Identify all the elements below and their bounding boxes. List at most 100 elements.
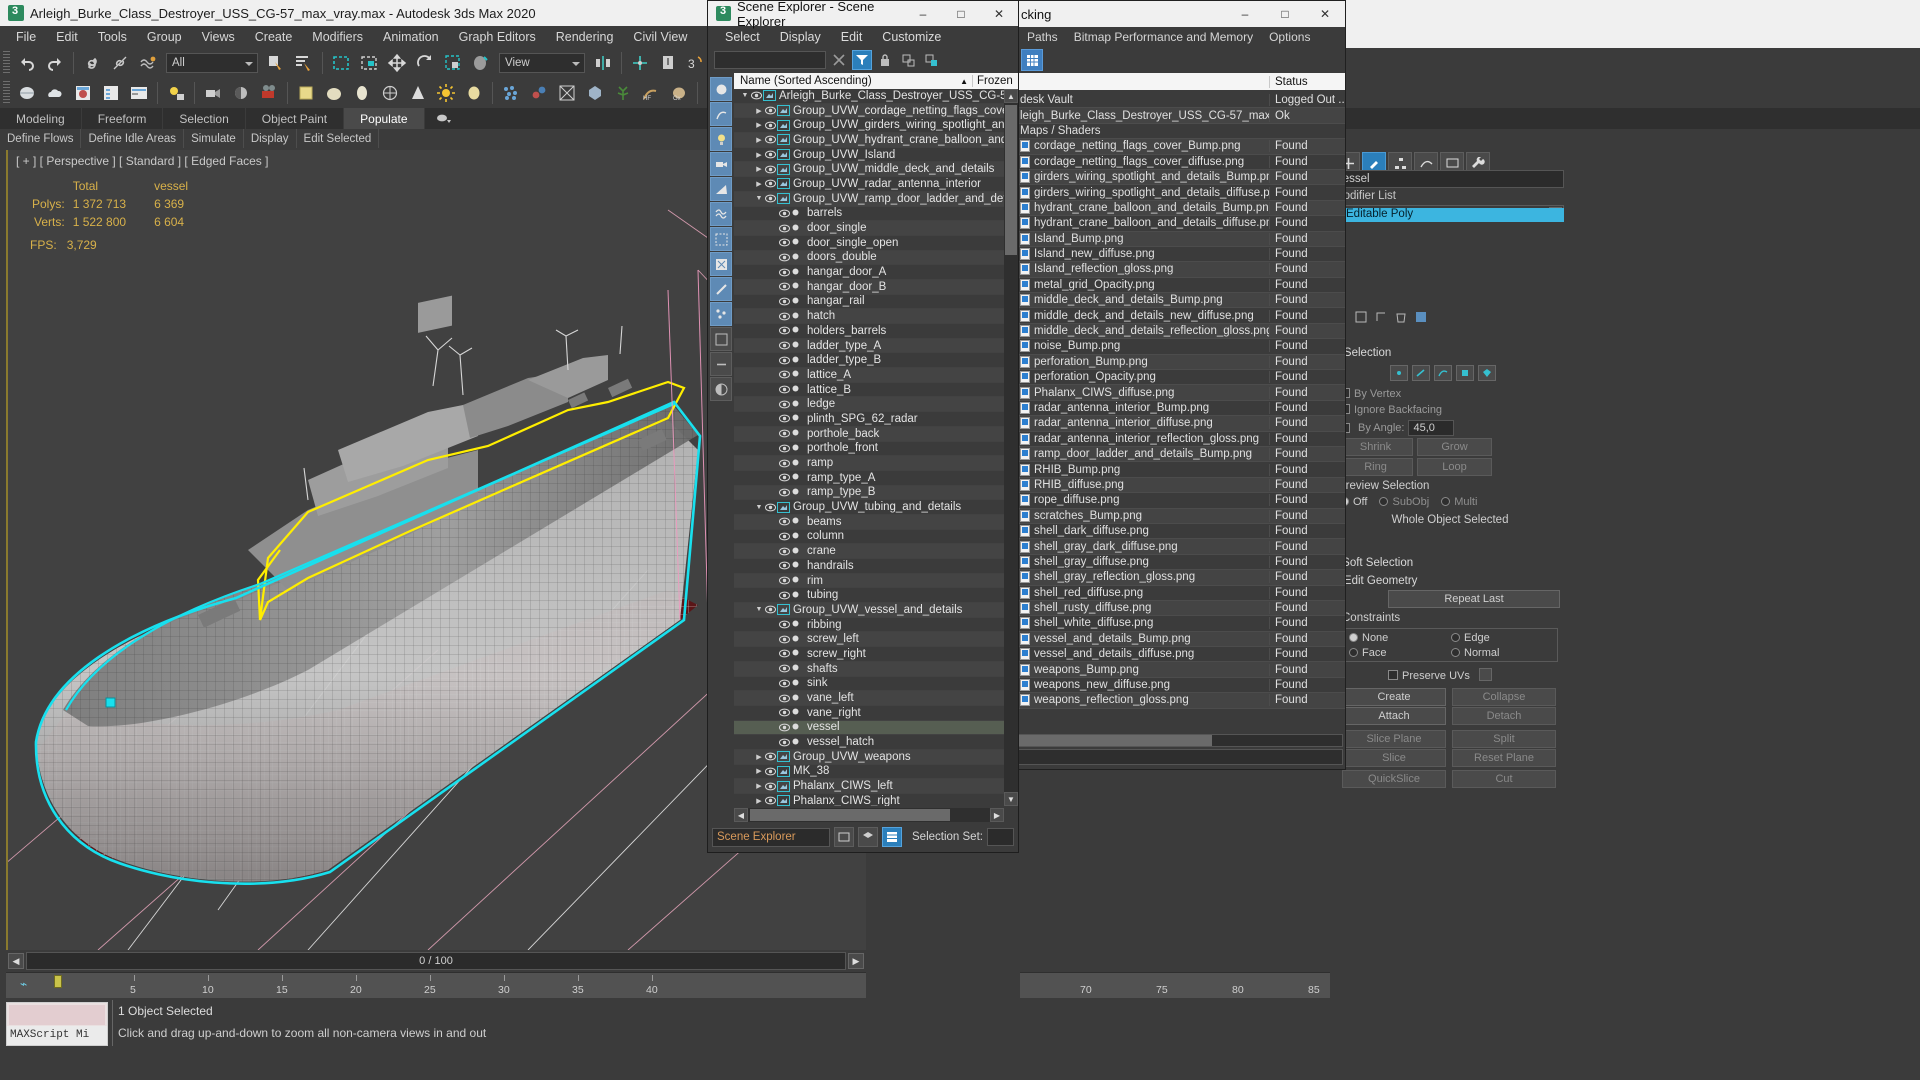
configure-modifier-sets-icon[interactable] <box>1414 310 1428 324</box>
visibility-eye-icon[interactable] <box>778 591 791 600</box>
asset-row[interactable]: RHIB_diffuse.png Found <box>1015 477 1345 494</box>
redo-icon[interactable] <box>42 50 68 76</box>
use-pivot-point-center-icon[interactable] <box>590 50 616 76</box>
trackbar-open-mini-curve-editor-icon[interactable]: ⌁ <box>20 977 27 991</box>
visibility-eye-icon[interactable] <box>778 414 791 423</box>
visibility-eye-icon[interactable] <box>778 444 791 453</box>
scene-explorer-node[interactable]: crane <box>734 544 1004 559</box>
reference-coordinate-system-combo[interactable]: View <box>499 53 585 73</box>
ribbon-simulate[interactable]: Simulate <box>184 129 244 148</box>
angle-snap-icon[interactable]: 3 <box>683 50 709 76</box>
window-crossing-icon[interactable] <box>356 50 382 76</box>
rectangular-selection-region-icon[interactable] <box>328 50 354 76</box>
slice-plane-button[interactable]: Slice Plane <box>1342 730 1446 748</box>
chevron-right-icon[interactable]: ▶ <box>754 165 764 173</box>
h-scroll-thumb[interactable] <box>750 809 950 821</box>
edit-geometry-rollout-header[interactable]: ▼ Edit Geometry <box>1332 573 1564 589</box>
chevron-down-icon[interactable]: ▼ <box>754 606 764 613</box>
make-unique-icon[interactable] <box>1374 310 1388 324</box>
asset-menu-paths[interactable]: Paths <box>1019 29 1066 45</box>
chevron-right-icon[interactable]: ▶ <box>754 767 764 775</box>
scene-explorer-node[interactable]: ▶ Group_UVW_middle_deck_and_details <box>734 162 1004 178</box>
visibility-eye-icon[interactable] <box>778 209 791 218</box>
scroll-thumb[interactable] <box>1005 105 1017 255</box>
menu-tools[interactable]: Tools <box>88 28 137 46</box>
sort-ascending-icon[interactable]: ▲ <box>960 77 968 86</box>
scene-explorer-node[interactable]: ladder_type_A <box>734 338 1004 354</box>
chevron-right-icon[interactable]: ▶ <box>754 136 764 144</box>
chevron-down-icon[interactable]: ▼ <box>754 195 764 202</box>
scene-explorer-node[interactable]: ▶ MK_38 <box>734 765 1004 780</box>
asset-row[interactable]: scratches_Bump.png Found <box>1015 508 1345 524</box>
filter-lights-icon[interactable] <box>710 127 732 151</box>
scene-explorer-node[interactable]: vane_right <box>734 706 1004 721</box>
element-subobject-icon[interactable] <box>1478 365 1496 381</box>
scene-explorer-menu-display[interactable]: Display <box>771 29 830 45</box>
unlink-selection-icon[interactable] <box>107 50 133 76</box>
scene-explorer-node[interactable]: hatch <box>734 309 1004 324</box>
show-end-result-icon[interactable] <box>1354 310 1368 324</box>
filter-all-icon[interactable] <box>710 327 732 351</box>
material-explorer-icon[interactable] <box>70 80 96 106</box>
asset-row[interactable]: shell_gray_diffuse.png Found <box>1015 555 1345 571</box>
ribbon-define-flows[interactable]: Define Flows <box>0 129 82 148</box>
scene-explorer-node[interactable]: hangar_door_A <box>734 265 1004 280</box>
visibility-eye-icon[interactable] <box>750 91 763 100</box>
scene-explorer-node[interactable]: ▶ Group_UVW_Island <box>734 148 1004 163</box>
asset-maximize-button[interactable]: □ <box>1265 1 1305 27</box>
visibility-eye-icon[interactable] <box>778 459 791 468</box>
menu-graph-editors[interactable]: Graph Editors <box>449 28 546 46</box>
visibility-eye-icon[interactable] <box>778 282 791 291</box>
asset-row[interactable]: cordage_netting_flags_cover_diffuse.png F… <box>1015 155 1345 170</box>
asset-row[interactable]: Island_new_diffuse.png Found <box>1015 247 1345 263</box>
snaps-toggle-icon[interactable] <box>655 50 681 76</box>
scene-explorer-tab[interactable]: Scene Explorer <box>712 827 830 847</box>
visibility-eye-icon[interactable] <box>778 473 791 482</box>
scene-explorer-node[interactable]: tubing <box>734 588 1004 604</box>
filter-xrefs-icon[interactable] <box>710 252 732 276</box>
visibility-eye-icon[interactable] <box>778 517 791 526</box>
scene-explorer-menu-edit[interactable]: Edit <box>832 29 872 45</box>
scene-explorer-node[interactable]: plinth_SPG_62_radar <box>734 412 1004 427</box>
visibility-eye-icon[interactable] <box>764 121 777 130</box>
scene-explorer-horizontal-scrollbar[interactable]: ◀ ▶ <box>734 808 1004 822</box>
menu-edit[interactable]: Edit <box>46 28 88 46</box>
helper-icon[interactable] <box>554 80 580 106</box>
scene-explorer-tree[interactable]: ▼ Arleigh_Burke_Class_Destroyer_USS_CG-57… <box>734 89 1004 806</box>
asset-row[interactable]: weapons_Bump.png Found <box>1015 662 1345 678</box>
visibility-eye-icon[interactable] <box>764 135 777 144</box>
by-angle-row[interactable]: By Angle: 45,0 <box>1340 420 1455 436</box>
scene-explorer-close-button[interactable]: ✕ <box>980 1 1018 26</box>
light-lister-icon[interactable] <box>163 80 189 106</box>
asset-path-field[interactable] <box>1017 749 1343 765</box>
scene-explorer-node[interactable]: ▶ Group_UVW_cordage_netting_flags_cover <box>734 103 1004 119</box>
scene-explorer-menu-select[interactable]: Select <box>716 29 769 45</box>
asset-horizontal-scrollbar[interactable] <box>1017 734 1343 747</box>
visibility-eye-icon[interactable] <box>778 547 791 556</box>
visibility-eye-icon[interactable] <box>778 620 791 629</box>
collapse-button[interactable]: Collapse <box>1452 688 1556 706</box>
visibility-eye-icon[interactable] <box>764 194 777 203</box>
asset-tracking-list[interactable]: desk Vault Logged Out ... leigh_Burke_Clas… <box>1015 93 1345 731</box>
filter-particles-icon[interactable] <box>710 302 732 326</box>
asset-row[interactable]: RHIB_Bump.png Found <box>1015 462 1345 478</box>
scene-explorer-node[interactable]: porthole_front <box>734 442 1004 457</box>
visibility-eye-icon[interactable] <box>778 238 791 247</box>
scene-explorer-node[interactable]: door_single <box>734 221 1004 236</box>
scene-explorer-vertical-scrollbar[interactable]: ▲ ▼ <box>1004 89 1018 806</box>
vertex-subobject-icon[interactable] <box>1390 365 1408 381</box>
visibility-eye-icon[interactable] <box>778 429 791 438</box>
visibility-eye-icon[interactable] <box>764 165 777 174</box>
scroll-up-icon[interactable]: ▲ <box>1004 89 1018 103</box>
geosphere-primitive-icon[interactable] <box>377 80 403 106</box>
scene-explorer-node[interactable]: ▶ Group_UVW_hydrant_crane_balloon_and_det… <box>734 133 1004 148</box>
toggle-layer-mode-icon[interactable] <box>858 827 878 847</box>
foliage-icon[interactable] <box>610 80 636 106</box>
scene-explorer-node[interactable]: ▼ Arleigh_Burke_Class_Destroyer_USS_CG-57 <box>734 89 1004 104</box>
scene-explorer-maximize-button[interactable]: □ <box>942 1 980 26</box>
asset-row[interactable]: hydrant_crane_balloon_and_details_diffus… <box>1015 216 1345 232</box>
ribbon-display[interactable]: Display <box>244 129 297 148</box>
asset-row[interactable]: radar_antenna_interior_reflection_gloss.… <box>1015 432 1345 447</box>
soft-selection-rollout-header[interactable]: ▶ Soft Selection <box>1332 555 1564 571</box>
visibility-eye-icon[interactable] <box>764 179 777 188</box>
